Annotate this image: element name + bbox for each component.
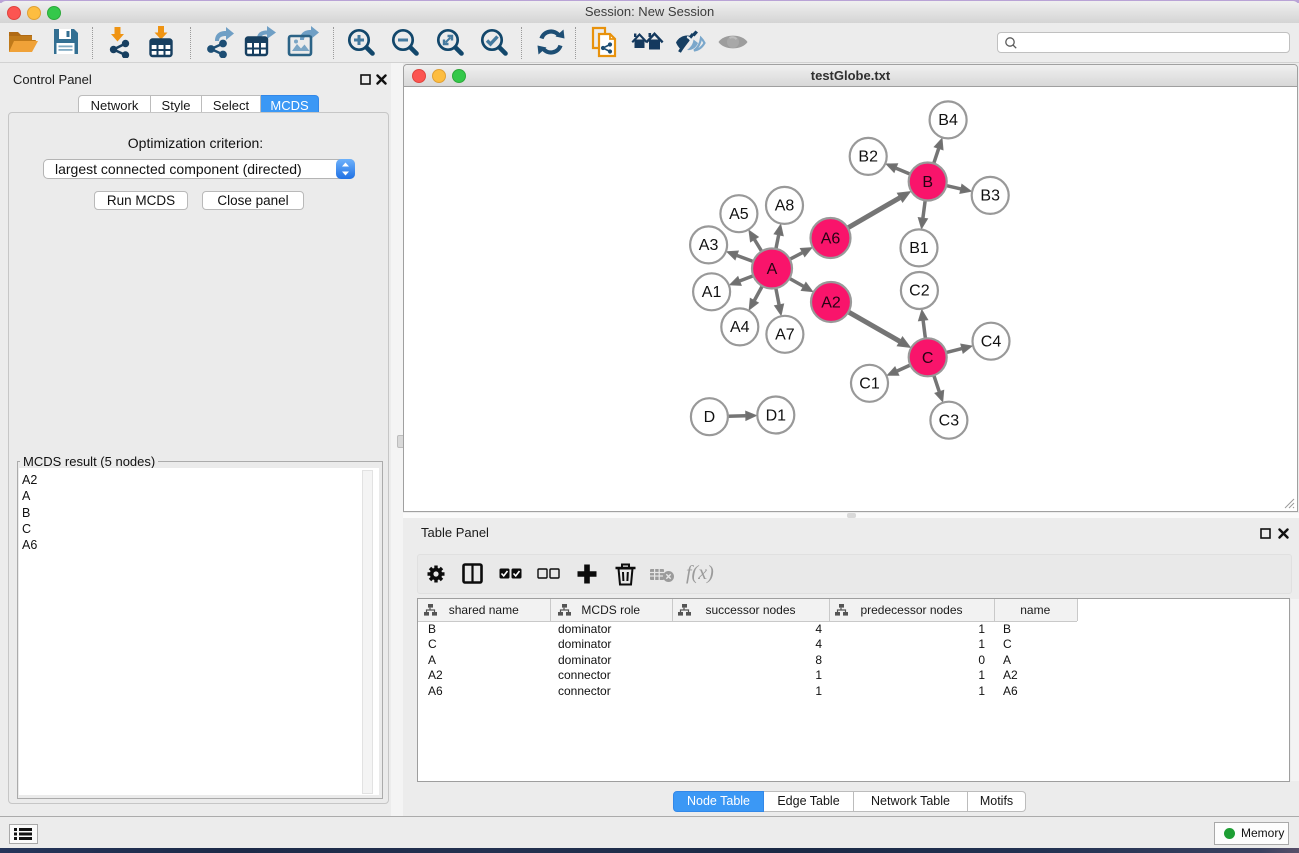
- svg-text:A3: A3: [699, 237, 719, 254]
- svg-text:C2: C2: [909, 283, 930, 300]
- svg-text:B4: B4: [938, 112, 958, 129]
- svg-text:A1: A1: [702, 284, 722, 301]
- svg-text:A8: A8: [775, 198, 795, 215]
- svg-text:A: A: [767, 261, 778, 278]
- svg-text:B2: B2: [858, 149, 878, 166]
- svg-text:C3: C3: [939, 413, 960, 430]
- svg-text:C4: C4: [981, 334, 1002, 351]
- svg-text:A6: A6: [821, 231, 841, 248]
- svg-text:B: B: [922, 174, 933, 191]
- svg-text:A4: A4: [730, 319, 750, 336]
- svg-text:A5: A5: [729, 206, 749, 223]
- svg-text:B1: B1: [909, 240, 929, 257]
- svg-text:B3: B3: [980, 188, 1000, 205]
- svg-text:A7: A7: [775, 327, 795, 344]
- svg-text:A2: A2: [821, 295, 841, 312]
- svg-text:D: D: [704, 409, 716, 426]
- svg-text:C: C: [922, 350, 934, 367]
- svg-text:C1: C1: [859, 376, 880, 393]
- svg-text:D1: D1: [766, 408, 787, 425]
